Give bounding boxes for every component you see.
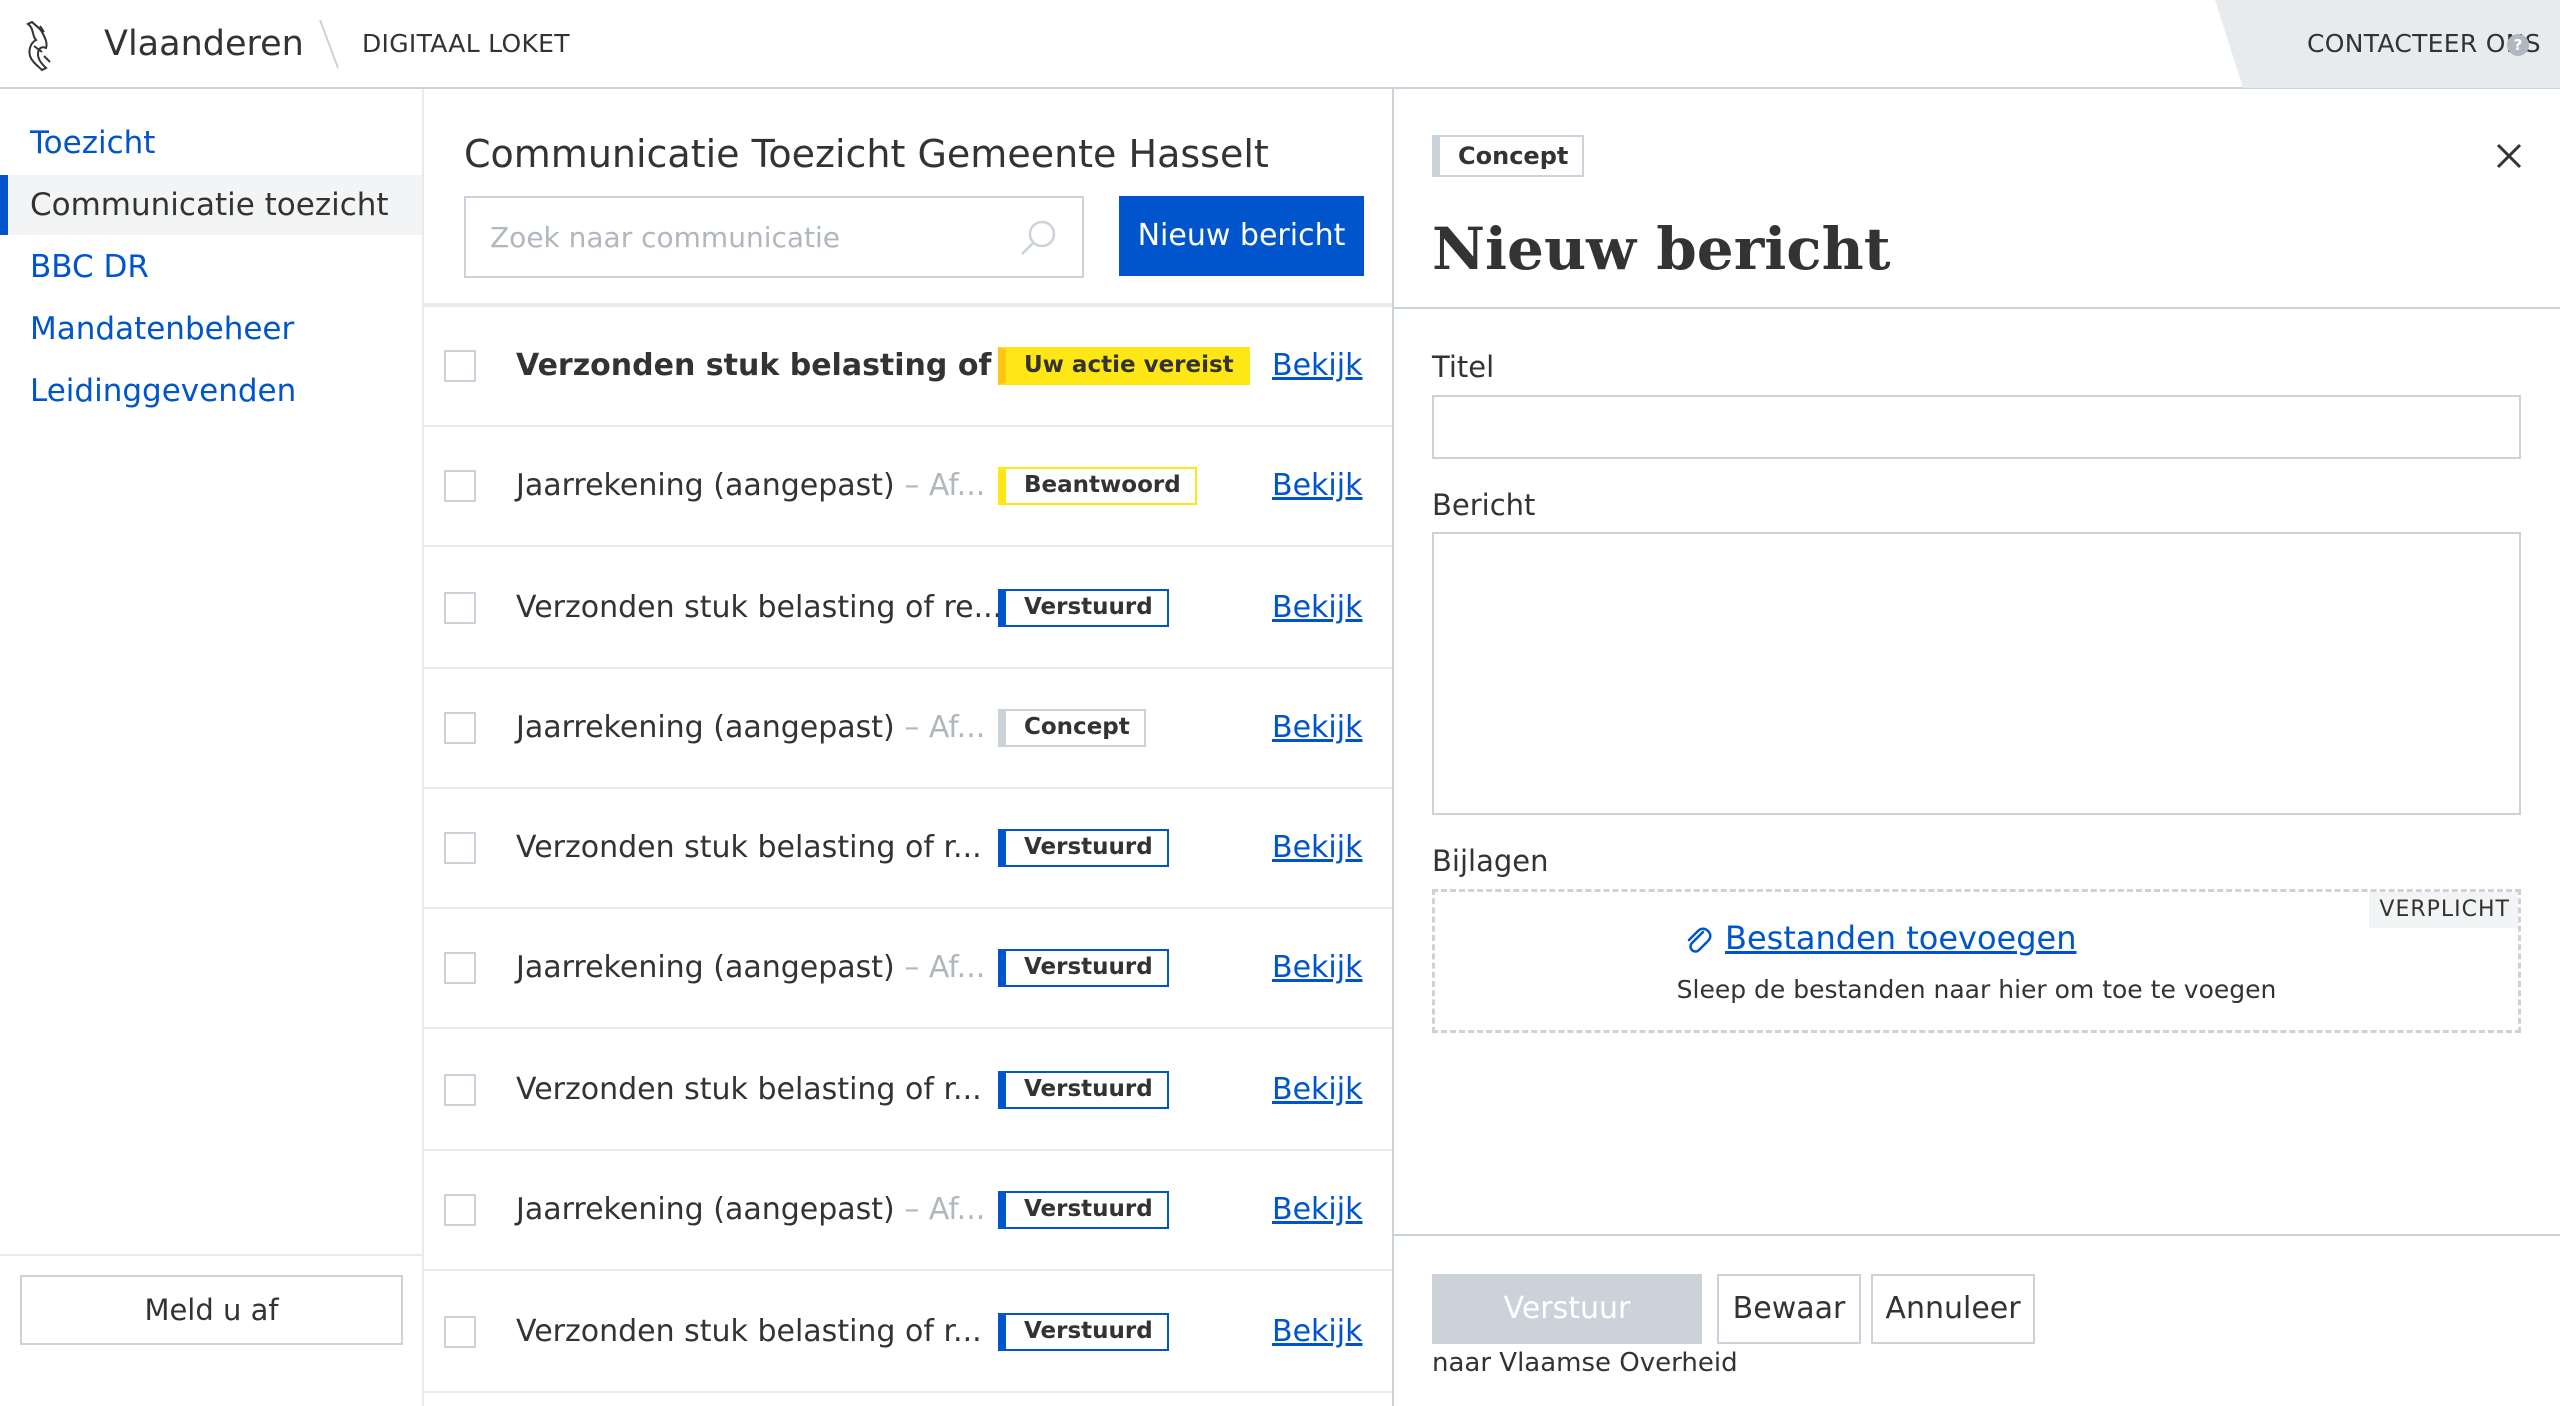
row-title[interactable]: Jaarrekening (aangepast) – Af...	[516, 708, 985, 748]
title-divider	[1394, 307, 2560, 309]
row-title[interactable]: Jaarrekening (aangepast) – Af...	[516, 948, 985, 988]
view-link[interactable]: Bekijk	[1272, 828, 1362, 868]
message-label: Bericht	[1432, 488, 1536, 522]
table-row[interactable]: Jaarrekening (aangepast) – Af... Concept…	[424, 669, 1392, 789]
status-badge: Verstuurd	[998, 1191, 1169, 1229]
send-hint: naar Vlaamse Overheid	[1432, 1348, 1738, 1378]
search-box[interactable]	[464, 196, 1084, 278]
row-checkbox[interactable]	[444, 712, 476, 744]
row-checkbox[interactable]	[444, 832, 476, 864]
table-row[interactable]: Verzonden stuk belasting of r... Verstuu…	[424, 1031, 1392, 1151]
add-files-link[interactable]: Bestanden toevoegen	[1725, 916, 2077, 960]
row-checkbox[interactable]	[444, 1316, 476, 1348]
title-field[interactable]	[1432, 395, 2521, 459]
sidebar-item-leidinggevenden[interactable]: Leidinggevenden	[0, 361, 422, 421]
row-title[interactable]: Verzonden stuk belasting of r...	[516, 828, 982, 868]
attachments-label: Bijlagen	[1432, 844, 1549, 878]
save-button[interactable]: Bewaar	[1717, 1274, 1861, 1344]
row-title[interactable]: Verzonden stuk belasting of re...	[516, 588, 1002, 628]
footer-divider	[1394, 1234, 2560, 1236]
row-checkbox[interactable]	[444, 470, 476, 502]
search-input[interactable]	[466, 198, 1006, 276]
panel-title: Nieuw bericht	[1432, 215, 1891, 283]
view-link[interactable]: Bekijk	[1272, 948, 1362, 988]
table-row[interactable]: Verzonden stuk belasting of re... Verstu…	[424, 549, 1392, 669]
row-title[interactable]: Jaarrekening (aangepast) – Af...	[516, 466, 985, 506]
table-row[interactable]: Verzonden stuk belasting of ... Uw actie…	[424, 307, 1392, 427]
required-badge: VERPLICHT	[2369, 892, 2518, 928]
status-badge: Verstuurd	[998, 829, 1169, 867]
file-dropzone[interactable]: VERPLICHT Bestanden toevoegen Sleep de b…	[1432, 889, 2521, 1033]
view-link[interactable]: Bekijk	[1272, 466, 1362, 506]
table-row[interactable]: Jaarrekening (aangepast) – Af... Verstuu…	[424, 1151, 1392, 1271]
sidebar-item-toezicht[interactable]: Toezicht	[0, 113, 422, 173]
status-badge: Verstuurd	[998, 1313, 1169, 1351]
new-message-button[interactable]: Nieuw bericht	[1119, 196, 1364, 276]
page-title: Communicatie Toezicht Gemeente Hasselt	[464, 132, 1269, 176]
top-header: Vlaanderen DIGITAAL LOKET CONTACTEER ONS…	[0, 0, 2560, 89]
row-checkbox[interactable]	[444, 592, 476, 624]
row-checkbox[interactable]	[444, 1194, 476, 1226]
row-checkbox[interactable]	[444, 952, 476, 984]
view-link[interactable]: Bekijk	[1272, 1070, 1362, 1110]
table-row[interactable]: Jaarrekening (aangepast) – Af... Verstuu…	[424, 909, 1392, 1029]
sidebar: Toezicht Communicatie toezicht BBC DR Ma…	[0, 89, 424, 1406]
status-badge: Verstuurd	[998, 589, 1169, 627]
logout-button[interactable]: Meld u af	[20, 1275, 403, 1345]
view-link[interactable]: Bekijk	[1272, 1312, 1362, 1352]
row-title[interactable]: Verzonden stuk belasting of ...	[516, 346, 1036, 386]
status-badge: Verstuurd	[998, 949, 1169, 987]
status-badge: Uw actie vereist	[998, 347, 1250, 385]
row-checkbox[interactable]	[444, 350, 476, 382]
search-icon[interactable]	[1018, 218, 1058, 258]
send-button[interactable]: Verstuur	[1432, 1274, 1702, 1344]
status-badge: Concept	[998, 709, 1146, 747]
table-row[interactable]: Verzonden stuk belasting of r... Verstuu…	[424, 1273, 1392, 1393]
view-link[interactable]: Bekijk	[1272, 1190, 1362, 1230]
title-label: Titel	[1432, 350, 1495, 384]
row-title[interactable]: Verzonden stuk belasting of r...	[516, 1070, 982, 1110]
row-title[interactable]: Jaarrekening (aangepast) – Af...	[516, 1190, 985, 1230]
row-checkbox[interactable]	[444, 1074, 476, 1106]
contact-button[interactable]: CONTACTEER ONS ?	[2215, 0, 2560, 88]
sidebar-item-communicatie-toezicht[interactable]: Communicatie toezicht	[0, 175, 422, 235]
sidebar-item-mandatenbeheer[interactable]: Mandatenbeheer	[0, 299, 422, 359]
drop-hint: Sleep de bestanden naar hier om toe te v…	[1676, 975, 2277, 1004]
communication-list-panel: Communicatie Toezicht Gemeente Hasselt N…	[424, 89, 1394, 1406]
paperclip-icon	[1687, 927, 1712, 953]
help-icon: ?	[2507, 34, 2529, 56]
view-link[interactable]: Bekijk	[1272, 346, 1362, 386]
close-icon[interactable]	[2492, 139, 2526, 173]
status-badge: Verstuurd	[998, 1071, 1169, 1109]
sidebar-divider	[0, 1254, 422, 1256]
contact-label: CONTACTEER ONS	[2307, 29, 2541, 58]
view-link[interactable]: Bekijk	[1272, 708, 1362, 748]
view-link[interactable]: Bekijk	[1272, 588, 1362, 628]
new-message-panel: Concept Nieuw bericht Titel Bericht Bijl…	[1394, 89, 2560, 1406]
service-name[interactable]: DIGITAAL LOKET	[362, 28, 570, 60]
cancel-button[interactable]: Annuleer	[1871, 1274, 2035, 1344]
message-field[interactable]	[1432, 532, 2521, 815]
status-badge: Concept	[1432, 135, 1585, 177]
row-title[interactable]: Verzonden stuk belasting of r...	[516, 1312, 982, 1352]
table-row[interactable]: Verzonden stuk belasting of r... Verstuu…	[424, 789, 1392, 909]
brand-name[interactable]: Vlaanderen	[104, 20, 304, 68]
table-row[interactable]: Jaarrekening (aangepast) – Af... Beantwo…	[424, 427, 1392, 547]
flemish-lion-icon[interactable]	[20, 18, 58, 74]
sidebar-item-bbc-dr[interactable]: BBC DR	[0, 237, 422, 297]
status-badge: Beantwoord	[998, 467, 1197, 505]
header-divider	[319, 19, 339, 69]
